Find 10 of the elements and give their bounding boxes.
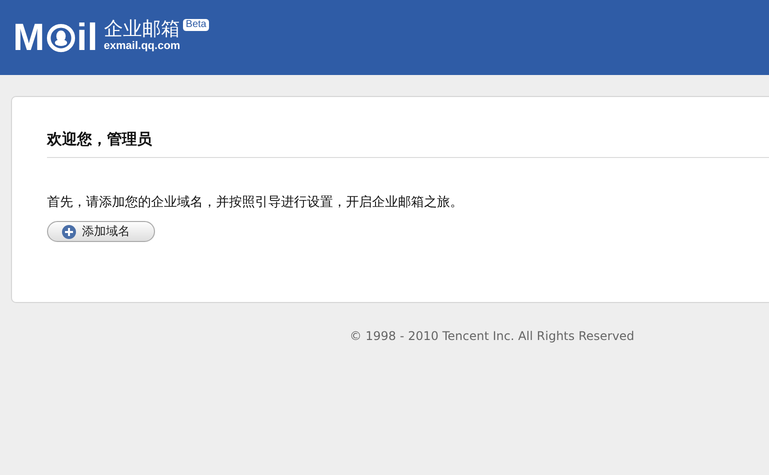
beta-badge: Beta (182, 19, 210, 31)
plus-icon (62, 224, 76, 238)
logo-text: il (76, 18, 98, 56)
add-domain-button[interactable]: 添加域名 (47, 221, 155, 242)
copyright-text: © 1998 - 2010 Tencent Inc. All Rights Reserved (348, 329, 636, 343)
intro-text: 首先，请添加您的企业域名，并按照引导进行设置，开启企业邮箱之旅。 (47, 194, 464, 212)
product-name: 企业邮箱 (104, 18, 180, 40)
domain-text: exmail.qq.com (104, 40, 182, 53)
welcome-title: 欢迎您，管理员 (47, 129, 769, 158)
logo-text: M (13, 18, 45, 56)
